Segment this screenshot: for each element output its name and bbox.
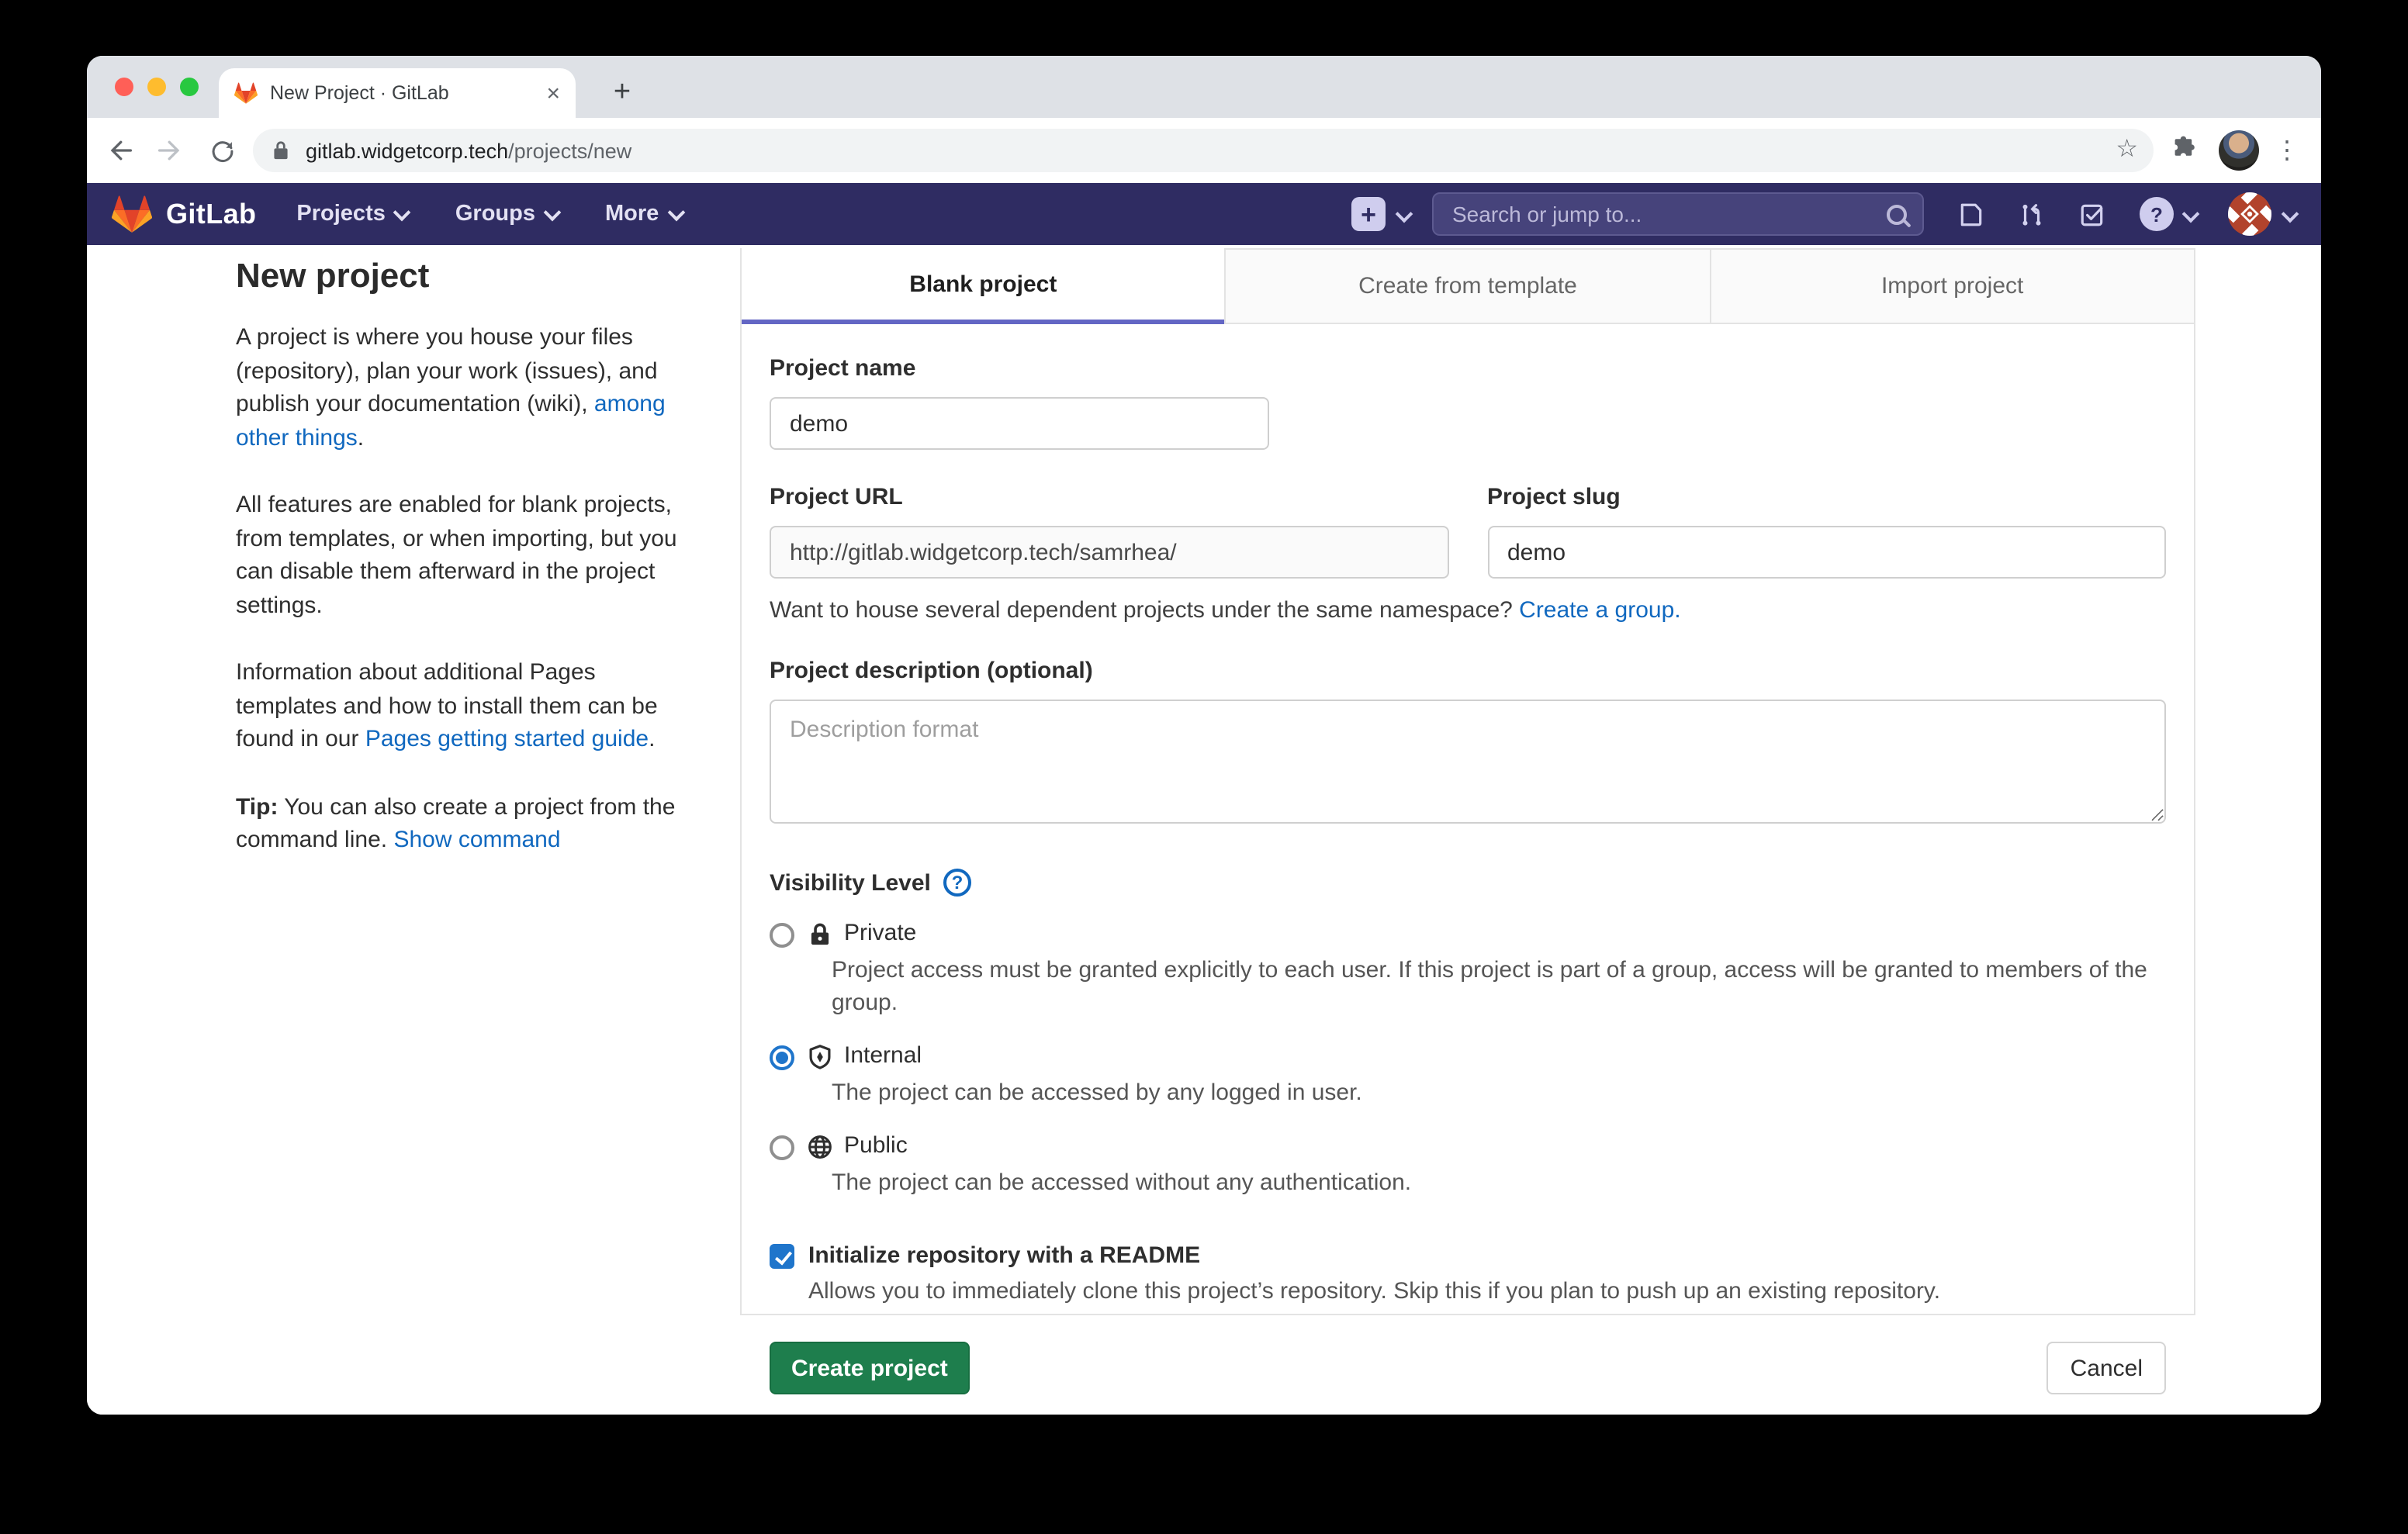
internal-description: The project can be accessed by any logge… [832, 1076, 2166, 1109]
merge-requests-icon[interactable] [2019, 201, 2045, 227]
gitlab-logo[interactable]: GitLab [112, 195, 256, 233]
project-description-textarea[interactable] [770, 700, 2166, 824]
new-tab-button[interactable]: + [599, 68, 645, 118]
reload-icon[interactable] [203, 132, 240, 169]
form-actions: Create project Cancel [770, 1342, 2166, 1394]
lock-icon [807, 921, 833, 948]
globe-icon [807, 1134, 833, 1160]
forward-icon[interactable] [152, 132, 189, 169]
new-project-panel: Blank project Create from template Impor… [740, 248, 2195, 1315]
browser-tab-strip: New Project · GitLab × + [87, 56, 2321, 118]
shield-icon [807, 1044, 833, 1070]
tab-create-from-template[interactable]: Create from template [1225, 248, 1710, 324]
visibility-option-public: Public [770, 1132, 2166, 1160]
features-paragraph: All features are enabled for blank proje… [236, 489, 692, 622]
help-menu[interactable]: ? [2140, 197, 2197, 231]
back-icon[interactable] [101, 132, 138, 169]
internal-label: Internal [844, 1042, 922, 1069]
page-title: New project [236, 256, 692, 296]
namespace-hint: Want to house several dependent projects… [770, 597, 2166, 624]
tab-title: New Project · GitLab [270, 82, 534, 104]
private-label: Private [844, 920, 916, 946]
project-url-input[interactable] [770, 526, 1448, 579]
chevron-down-icon [667, 203, 685, 221]
project-slug-label: Project slug [1487, 484, 2166, 510]
url-host: gitlab.widgetcorp.tech [306, 139, 508, 162]
visibility-option-internal: Internal [770, 1042, 2166, 1070]
address-bar[interactable]: gitlab.widgetcorp.tech/projects/new ☆ [253, 129, 2154, 172]
url-text: gitlab.widgetcorp.tech/projects/new [306, 139, 631, 162]
browser-toolbar: gitlab.widgetcorp.tech/projects/new ☆ ⋮ [87, 118, 2321, 183]
visibility-level-heading: Visibility Level ? [770, 869, 2166, 897]
brand-wordmark: GitLab [166, 198, 256, 230]
browser-tab[interactable]: New Project · GitLab × [219, 68, 576, 118]
user-avatar[interactable] [2228, 192, 2271, 236]
zoom-window-button[interactable] [180, 78, 199, 96]
new-item-plus-button[interactable]: + [1351, 197, 1386, 231]
browser-profile-avatar[interactable] [2219, 130, 2259, 171]
cancel-button[interactable]: Cancel [2047, 1342, 2166, 1394]
new-project-page: New project A project is where you house… [87, 245, 2321, 1415]
project-name-label: Project name [770, 355, 2166, 382]
window-controls [115, 78, 199, 96]
tip-label: Tip: [236, 793, 278, 820]
global-search[interactable] [1432, 192, 1924, 236]
internal-radio[interactable] [770, 1045, 794, 1070]
create-group-link[interactable]: Create a group. [1519, 597, 1680, 624]
browser-window: New Project · GitLab × + gitlab.widgetco… [87, 56, 2321, 1415]
bookmark-star-icon[interactable]: ☆ [2116, 133, 2138, 164]
project-description-label: Project description (optional) [770, 658, 2166, 684]
page-description-column: New project A project is where you house… [236, 256, 692, 891]
intro-paragraph: A project is where you house your files … [236, 321, 692, 454]
gitlab-favicon-icon [234, 82, 258, 104]
create-project-button[interactable]: Create project [770, 1342, 970, 1394]
readme-description: Allows you to immediately clone this pro… [808, 1278, 2166, 1304]
chevron-down-icon [544, 203, 562, 221]
lock-icon [272, 140, 290, 161]
tab-close-icon[interactable]: × [546, 81, 560, 105]
project-type-tabs: Blank project Create from template Impor… [742, 248, 2194, 324]
close-window-button[interactable] [115, 78, 133, 96]
search-icon [1887, 204, 1907, 224]
pages-paragraph: Information about additional Pages templ… [236, 656, 692, 756]
tab-import-project[interactable]: Import project [1709, 248, 2194, 324]
url-path: /projects/new [508, 139, 631, 162]
issues-icon[interactable] [1958, 201, 1984, 227]
nav-menu-projects[interactable]: Projects [296, 202, 408, 226]
minimize-window-button[interactable] [147, 78, 166, 96]
pages-guide-link[interactable]: Pages getting started guide [365, 726, 649, 752]
private-radio[interactable] [770, 923, 794, 948]
help-icon: ? [2140, 197, 2174, 231]
show-command-link[interactable]: Show command [393, 827, 560, 853]
browser-menu-icon[interactable]: ⋮ [2275, 135, 2299, 166]
tip-paragraph: Tip: You can also create a project from … [236, 790, 692, 857]
visibility-option-private: Private [770, 920, 2166, 948]
project-slug-input[interactable] [1487, 526, 2166, 579]
chevron-down-icon [2185, 200, 2197, 228]
visibility-help-icon[interactable]: ? [943, 869, 971, 897]
public-label: Public [844, 1132, 908, 1159]
public-radio[interactable] [770, 1135, 794, 1160]
tab-blank-project[interactable]: Blank project [742, 248, 1225, 324]
chevron-down-icon[interactable] [1398, 200, 1410, 228]
readme-label: Initialize repository with a README [808, 1242, 1200, 1269]
chevron-down-icon[interactable] [2284, 200, 2296, 228]
readme-checkbox[interactable] [770, 1244, 794, 1269]
readme-option: Initialize repository with a README [770, 1242, 2166, 1269]
blank-project-form: Project name Project URL Project slug Wa… [742, 324, 2194, 1394]
chevron-down-icon [394, 203, 412, 221]
gitlab-navbar: GitLab Projects Groups More + [87, 183, 2321, 245]
visibility-level-label: Visibility Level [770, 869, 931, 896]
search-input[interactable] [1449, 200, 1887, 228]
private-description: Project access must be granted explicitl… [832, 954, 2166, 1019]
nav-menu-groups[interactable]: Groups [455, 202, 559, 226]
extensions-puzzle-icon[interactable] [2172, 133, 2200, 168]
tanuki-icon [112, 195, 152, 233]
todos-icon[interactable] [2079, 201, 2105, 227]
project-url-label: Project URL [770, 484, 1448, 510]
project-name-input[interactable] [770, 397, 1269, 450]
public-description: The project can be accessed without any … [832, 1166, 2166, 1199]
nav-menu-more[interactable]: More [605, 202, 682, 226]
